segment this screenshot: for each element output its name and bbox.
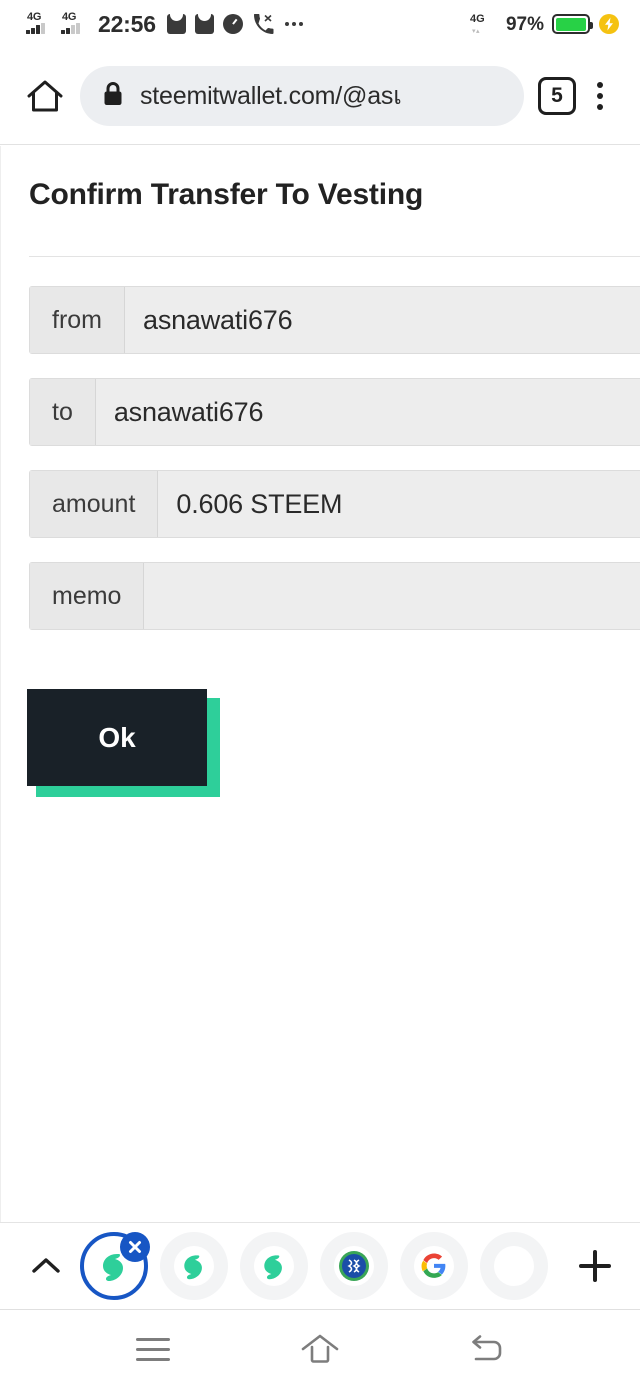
steem-logo-icon [174, 1246, 214, 1286]
page-title: Confirm Transfer To Vesting [29, 178, 424, 211]
blank-tab-icon [494, 1246, 534, 1286]
signal-4g-label-2: 4G [62, 11, 77, 23]
steemit-badge-icon [334, 1246, 374, 1286]
recents-icon [136, 1337, 171, 1361]
battery-percent-label: 97% [505, 13, 544, 35]
add-tab-button[interactable] [568, 1239, 622, 1293]
field-value-memo [144, 563, 640, 629]
page-content: Confirm Transfer To Vesting from asnawat… [0, 146, 640, 1222]
lock-icon [102, 81, 124, 112]
google-g-icon [414, 1246, 454, 1286]
battery-icon [552, 14, 593, 34]
back-icon [471, 1335, 501, 1361]
table-row: to asnawati676 [29, 378, 640, 446]
back-button[interactable] [457, 1321, 517, 1377]
field-label-memo: memo [30, 563, 145, 629]
field-label-to: to [30, 379, 96, 445]
steem-logo-icon [254, 1246, 294, 1286]
table-row: amount 0.606 STEEM [29, 470, 640, 538]
mail-icon-2 [194, 14, 214, 34]
signal-4g-right-icon: 4G ▾▴ [470, 12, 498, 36]
overflow-menu-icon[interactable] [576, 72, 624, 120]
field-value-amount: 0.606 STEEM [176, 488, 343, 519]
transfer-details-list: from asnawati676 to asnawati676 amount 0… [1, 286, 640, 630]
title-divider [29, 256, 640, 257]
home-button[interactable] [290, 1321, 350, 1377]
signal-4g-right-label: 4G [469, 13, 485, 25]
address-bar-text: steemitwallet.com/@asเ [140, 82, 402, 110]
table-row: memo [29, 562, 640, 630]
home-outline-icon [301, 1334, 339, 1363]
ok-button[interactable]: Ok [27, 689, 207, 786]
tab-item-blank[interactable] [480, 1232, 548, 1300]
recents-button[interactable] [123, 1321, 183, 1377]
mail-icon-1 [166, 14, 186, 34]
more-dots-icon [284, 22, 303, 26]
field-value-from: asnawati676 [143, 304, 293, 335]
tab-strip [0, 1222, 640, 1310]
home-icon [27, 80, 63, 112]
ok-button-wrapper: Ok [27, 689, 220, 797]
field-value-to: asnawati676 [113, 396, 264, 427]
status-bar: 4G 4G 22:56 4G ▾▴ 97% [0, 0, 640, 48]
status-bar-right: 4G ▾▴ 97% [470, 12, 620, 36]
browser-home-button[interactable] [22, 73, 68, 119]
field-label-from: from [30, 287, 125, 353]
clock-icon [222, 14, 243, 34]
status-bar-clock: 22:56 [98, 10, 156, 37]
missed-call-icon [252, 13, 274, 35]
expand-tabs-button[interactable] [24, 1244, 68, 1288]
browser-toolbar: steemitwallet.com/@asเ 5 [0, 48, 640, 145]
android-nav-bar [0, 1311, 640, 1387]
signal-4g-icon-1: 4G [26, 12, 52, 36]
signal-4g-icon-2: 4G [61, 12, 87, 36]
tab-item-steem-2[interactable] [160, 1232, 228, 1300]
fast-charging-icon [598, 13, 620, 35]
signal-bars-1 [26, 22, 45, 34]
table-row: from asnawati676 [29, 286, 640, 354]
field-label-amount: amount [30, 471, 159, 537]
tab-item-google[interactable] [400, 1232, 468, 1300]
chevron-up-icon [32, 1258, 60, 1273]
tab-item-steemit-badge[interactable] [320, 1232, 388, 1300]
tab-item-steem-selected[interactable] [80, 1232, 150, 1300]
address-bar[interactable]: steemitwallet.com/@asเ [80, 66, 524, 126]
signal-bars-2 [61, 22, 80, 34]
close-icon[interactable] [120, 1232, 150, 1262]
signal-4g-label-1: 4G [27, 11, 42, 23]
add-tab-icon [579, 1250, 611, 1282]
status-bar-left: 4G 4G 22:56 [26, 12, 303, 36]
tabs-scroll-container[interactable] [80, 1232, 558, 1300]
tab-item-steem-3[interactable] [240, 1232, 308, 1300]
tab-count-button[interactable]: 5 [538, 77, 576, 115]
data-arrows-icon: ▾▴ [471, 28, 480, 35]
